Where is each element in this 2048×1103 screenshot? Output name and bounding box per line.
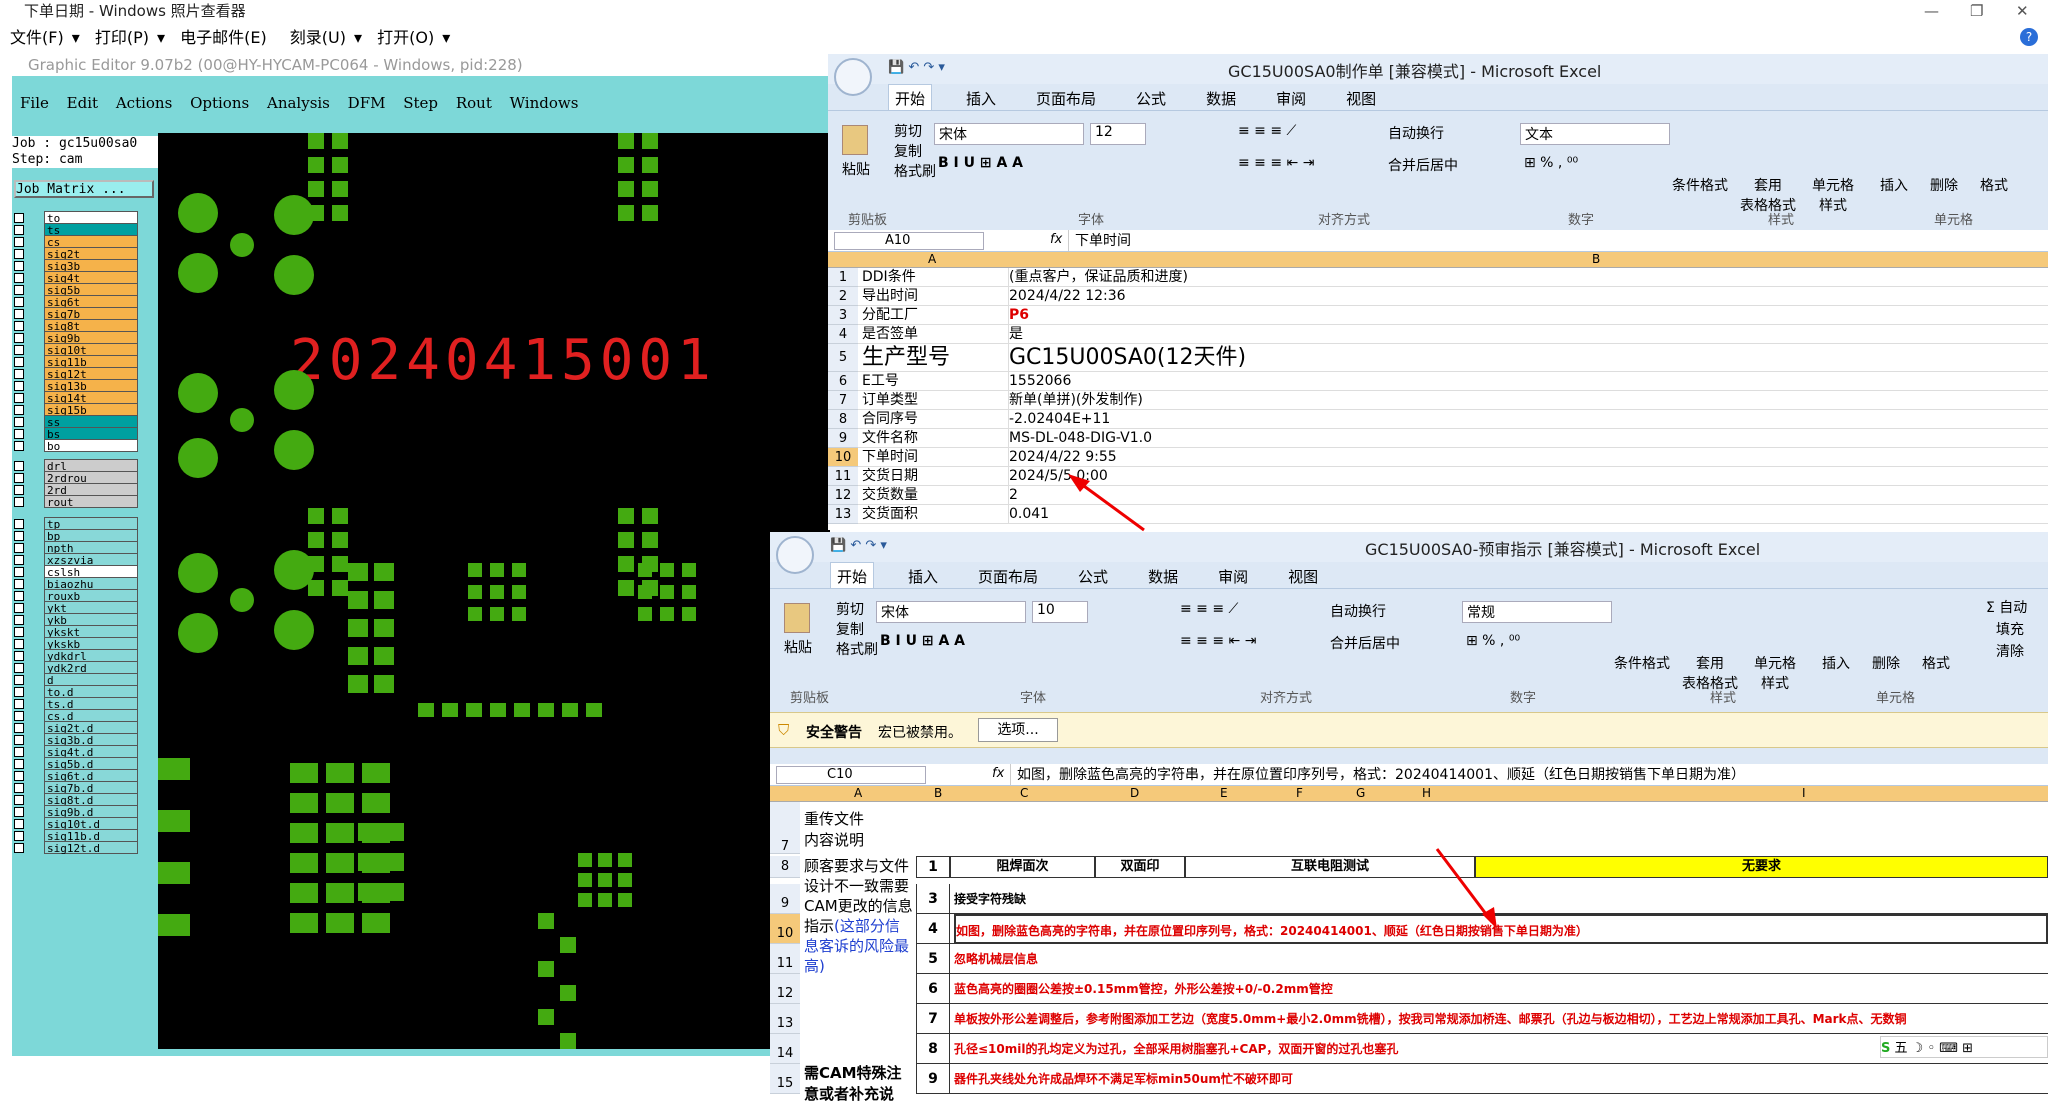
red-arrow-1	[1068, 474, 1145, 532]
ime-icon[interactable]: S	[1881, 1041, 1890, 1056]
red-arrow-2	[1435, 848, 1497, 929]
ime-toolbar[interactable]: S 五 ☽ ◦ ⌨ ⊞	[1880, 1036, 2048, 1058]
annotation-arrows	[1068, 474, 1497, 929]
